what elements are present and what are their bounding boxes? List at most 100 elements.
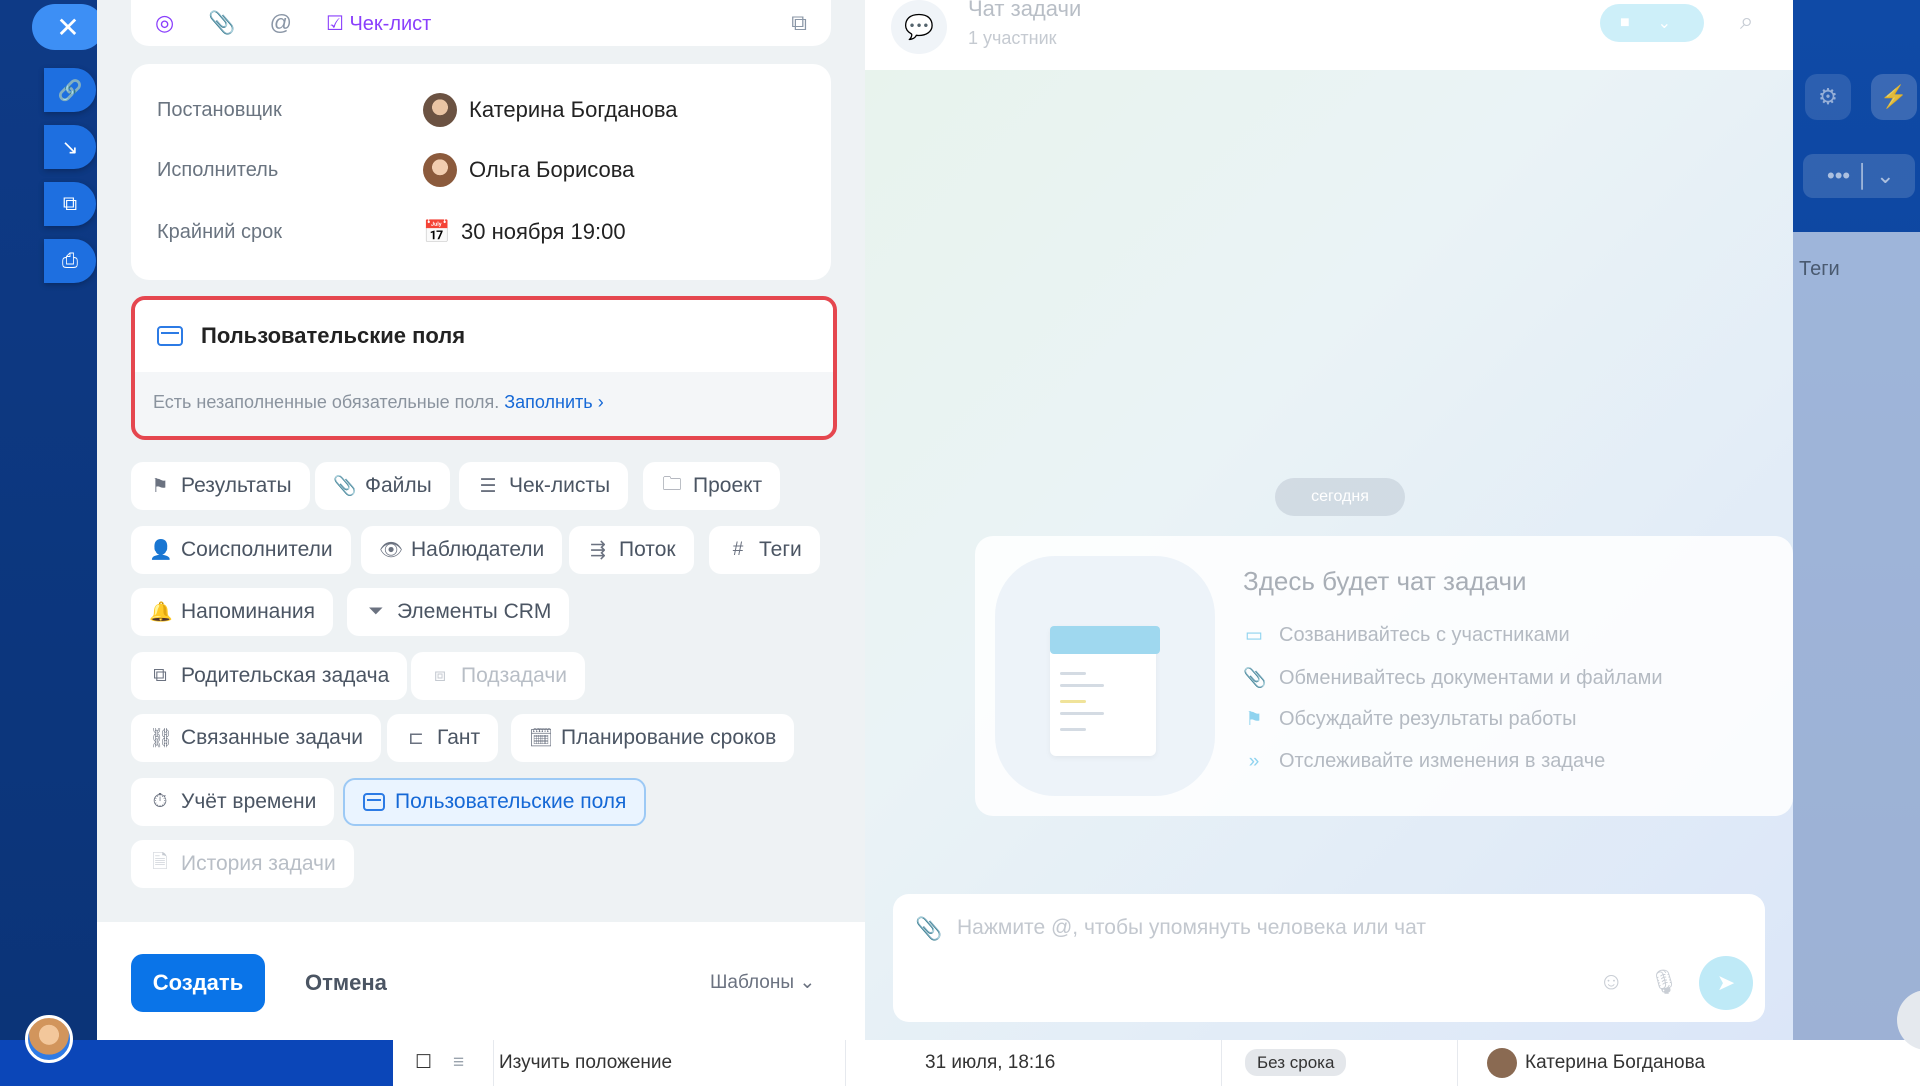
create-button[interactable]: Создать (131, 954, 265, 1012)
chip-label: Пользовательские поля (395, 790, 627, 813)
chip-observers[interactable]: 👁 Наблюдатели (361, 526, 563, 574)
user-fields-icon (157, 326, 183, 346)
row-task-name[interactable]: Изучить положение (499, 1040, 672, 1086)
checklist-button[interactable]: ☑ Чек-лист (326, 11, 431, 36)
external-window-icon: ⧉ (62, 192, 78, 215)
flag-icon: ⚑ (1245, 709, 1263, 730)
chat-feature-item: ▭ Созванивайтесь с участниками (1243, 624, 1570, 647)
send-arrow-icon: ➤ (1716, 970, 1736, 995)
chip-label: Соисполнители (181, 538, 333, 561)
folder-icon: 🗀 (662, 474, 682, 495)
deadline-text: 30 ноября 19:00 (461, 219, 626, 244)
fill-fields-link-text: Заполнить (504, 392, 593, 412)
row-checkbox[interactable]: ☐ (415, 1040, 432, 1086)
chat-illustration (995, 556, 1215, 796)
gantt-icon: ⊏ (408, 727, 424, 749)
chip-parent-task[interactable]: ⧉ Родительская задача (131, 652, 408, 700)
deadline-value[interactable]: 📅 30 ноября 19:00 (423, 219, 626, 245)
chip-subtasks[interactable]: ⧈ Подзадачи (411, 652, 586, 700)
deadline-badge-text: Без срока (1245, 1049, 1347, 1076)
send-button[interactable]: ➤ (1699, 956, 1753, 1010)
eye-icon: 👁 (379, 540, 404, 561)
chip-label: Напоминания (181, 600, 316, 623)
date-separator: сегодня (1275, 478, 1405, 516)
form-footer: Создать Отмена Шаблоны ⌄ (97, 922, 865, 1040)
close-slider-button[interactable]: ✕ (32, 4, 104, 50)
search-icon[interactable]: ⌕ (1740, 8, 1753, 36)
row-deadline-badge: Без срока (1245, 1040, 1347, 1086)
copy-link-button[interactable]: 🔗 (44, 68, 96, 112)
attach-clip-icon[interactable]: 📎 (915, 916, 942, 942)
minimize-arrow-icon: ↘ (61, 136, 79, 159)
chat-feature-item: » Отслеживайте изменения в задаче (1243, 750, 1606, 773)
open-new-window-button[interactable]: ⧉ (44, 182, 96, 226)
chat-empty-state-card: Здесь будет чат задачи ▭ Созванивайтесь с… (975, 536, 1793, 816)
chip-user-fields[interactable]: Пользовательские поля (343, 778, 647, 826)
minimize-button[interactable]: ↘ (44, 125, 96, 169)
chip-time-tracking[interactable]: ⏱ Учёт времени (131, 778, 335, 826)
person-icon: 👤 (149, 540, 173, 561)
chip-label: Файлы (365, 474, 432, 497)
chip-coassignees[interactable]: 👤 Соисполнители (131, 526, 351, 574)
more-actions-icon: ••• │ ⌄ (1803, 154, 1915, 198)
expand-editor-icon[interactable]: ⧉ (791, 10, 807, 36)
chat-title: Чат задачи (968, 0, 1082, 21)
chat-participants-count: 1 участник (968, 28, 1057, 48)
chip-label: История задачи (181, 852, 336, 875)
chat-feature-text: Отслеживайте изменения в задаче (1279, 750, 1606, 772)
chip-task-history[interactable]: 🗎 История задачи (131, 840, 354, 888)
document-illustration-icon (1050, 626, 1160, 756)
automation-bolt-icon: ⚡ (1871, 74, 1917, 120)
chip-gantt[interactable]: ⊏ Гант (387, 714, 499, 762)
chip-related-tasks[interactable]: ⛓ Связанные задачи (131, 714, 382, 762)
checklist-icon: ☑ (325, 12, 344, 35)
chip-label: Наблюдатели (411, 538, 545, 561)
clip-icon: 📎 (1243, 668, 1267, 689)
creator-value[interactable]: Катерина Богданова (423, 93, 678, 127)
chip-reminders[interactable]: 🔔 Напоминания (131, 588, 334, 636)
chip-label: Учёт времени (181, 790, 317, 813)
assignee-value[interactable]: Ольга Борисова (423, 153, 634, 187)
chip-label: Элементы CRM (397, 600, 552, 623)
chip-time-planning[interactable]: 🗓 Планирование сроков (511, 714, 795, 762)
chip-files[interactable]: 📎 Файлы (315, 462, 450, 510)
calendar-clock-icon: 🗓 (529, 728, 554, 749)
emoji-icon[interactable]: ☺ (1599, 968, 1624, 996)
video-call-button[interactable]: ■ ⌄ (1600, 4, 1704, 42)
assignee-row: Исполнитель Ольга Борисова (157, 150, 797, 190)
print-button[interactable]: ⎙ (44, 239, 96, 283)
message-composer[interactable]: 📎 Нажмите @, чтобы упомянуть человека ил… (893, 894, 1765, 1022)
drag-handle-icon[interactable]: ≡ (453, 1040, 464, 1086)
chevron-down-icon: ⌄ (799, 972, 816, 993)
bell-icon: 🔔 (149, 602, 173, 623)
chip-checklists[interactable]: ☰ Чек-листы (459, 462, 629, 510)
creator-avatar (423, 93, 457, 127)
current-user-avatar[interactable] (25, 1015, 73, 1063)
chip-flow[interactable]: ⇶ Поток (569, 526, 694, 574)
mention-at-icon[interactable]: @ (270, 10, 292, 36)
templates-dropdown[interactable]: Шаблоны ⌄ (710, 954, 815, 1012)
video-camera-icon: ■ (1620, 14, 1630, 31)
row-person-name: Катерина Богданова (1525, 1052, 1706, 1073)
subtask-icon: ⧈ (433, 665, 447, 686)
chip-project[interactable]: 🗀 Проект (643, 462, 781, 510)
link-icon: 🔗 (57, 79, 83, 102)
chevron-down-icon: ⌄ (1657, 15, 1672, 32)
chip-tags[interactable]: # Теги (709, 526, 820, 574)
fill-fields-link[interactable]: Заполнить › (504, 392, 603, 412)
chat-feature-item: 📎 Обменивайтесь документами и файлами (1243, 666, 1663, 690)
chip-label: Родительская задача (181, 664, 390, 687)
attach-clip-icon[interactable]: 📎 (208, 10, 235, 36)
chip-label: Теги (759, 538, 802, 561)
cancel-button[interactable]: Отмена (305, 954, 387, 1012)
microphone-icon[interactable]: 🎙 (1649, 968, 1679, 997)
chat-feature-text: Обменивайтесь документами и файлами (1279, 666, 1663, 689)
composer-placeholder: Нажмите @, чтобы упомянуть человека или … (957, 916, 1426, 939)
chip-label: Гант (437, 726, 481, 749)
copilot-icon[interactable]: ◎ (155, 10, 174, 36)
chip-label: Поток (619, 538, 676, 561)
chip-crm-elements[interactable]: ⏷ Элементы CRM (347, 588, 570, 636)
flag-icon: ⚑ (151, 475, 169, 497)
timer-icon: ⏱ (152, 791, 168, 812)
chip-results[interactable]: ⚑ Результаты (131, 462, 310, 510)
